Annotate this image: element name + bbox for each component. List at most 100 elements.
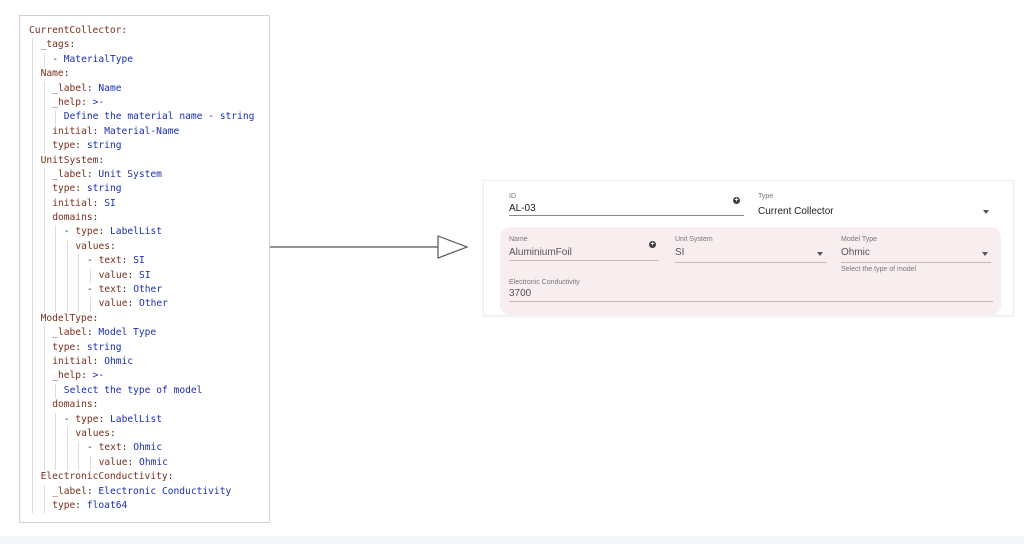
yaml-key: _label bbox=[52, 327, 87, 339]
yaml-colon: : bbox=[69, 39, 76, 51]
yaml-key: text bbox=[98, 442, 122, 454]
indent-guide bbox=[32, 38, 33, 53]
indent-guide bbox=[43, 369, 45, 384]
indent-guide bbox=[43, 268, 45, 284]
indent-guide bbox=[55, 254, 57, 269]
yaml-line: value: Ohmic bbox=[29, 455, 269, 471]
indent-guide bbox=[43, 182, 45, 197]
yaml-line: values: bbox=[29, 239, 269, 255]
name-field[interactable]: Name AluminiumFoil + bbox=[509, 236, 659, 261]
indent-guide bbox=[32, 470, 33, 485]
indent-guide bbox=[78, 283, 80, 298]
yaml-line-content: value: Other bbox=[99, 297, 168, 311]
yaml-key: initial bbox=[52, 355, 93, 367]
name-value[interactable]: AluminiumFoil bbox=[509, 247, 572, 258]
id-value[interactable]: AL-03 bbox=[509, 203, 536, 214]
indent-guide bbox=[32, 196, 33, 212]
yaml-line-content: Select the type of model bbox=[64, 384, 203, 398]
indent-guide bbox=[90, 455, 91, 471]
type-select[interactable]: Type Current Collector bbox=[758, 193, 993, 219]
yaml-key: ElectronicConductivity bbox=[40, 471, 168, 483]
indent-guide bbox=[43, 167, 45, 183]
yaml-key: type bbox=[52, 183, 76, 195]
yaml-line: _label: Electronic Conductivity bbox=[29, 484, 269, 499]
indent-guide bbox=[32, 153, 33, 168]
model-type-select[interactable]: Model Type Ohmic Select the type of mode… bbox=[841, 236, 991, 276]
indent-guide bbox=[55, 239, 57, 255]
electronic-conductivity-value[interactable]: 3700 bbox=[509, 288, 531, 299]
indent-guide bbox=[43, 124, 45, 140]
model-type-value[interactable]: Ohmic bbox=[841, 247, 870, 258]
indent-guide bbox=[90, 268, 91, 284]
chevron-down-icon[interactable] bbox=[983, 210, 989, 214]
yaml-colon: : bbox=[92, 197, 99, 209]
yaml-line: value: Other bbox=[29, 297, 269, 312]
indent-guide bbox=[43, 412, 45, 427]
yaml-colon: : bbox=[127, 298, 134, 310]
electronic-conductivity-field[interactable]: Electronic Conductivity 3700 bbox=[509, 279, 993, 303]
yaml-line-content: - text: SI bbox=[87, 254, 145, 268]
type-value[interactable]: Current Collector bbox=[758, 206, 834, 217]
yaml-value: Other bbox=[133, 284, 163, 296]
indent-guide bbox=[32, 455, 33, 471]
yaml-dash: - bbox=[63, 413, 76, 425]
yaml-line: UnitSystem: bbox=[29, 153, 269, 168]
yaml-dash: - bbox=[87, 255, 99, 267]
yaml-line-content: UnitSystem: bbox=[41, 154, 105, 168]
yaml-line: Select the type of model bbox=[29, 383, 269, 399]
indent-guide bbox=[78, 455, 80, 471]
yaml-key: value bbox=[98, 269, 128, 281]
yaml-key: type bbox=[75, 413, 99, 425]
id-underline bbox=[509, 215, 744, 216]
model-type-help-text: Select the type of model bbox=[841, 266, 917, 273]
chevron-down-icon[interactable] bbox=[982, 252, 988, 256]
yaml-key: initial bbox=[52, 125, 93, 137]
yaml-line-content: _help: >- bbox=[52, 96, 104, 110]
indent-guide bbox=[43, 498, 45, 514]
indent-guide bbox=[32, 239, 33, 255]
yaml-line-content: domains: bbox=[52, 211, 98, 225]
name-underline bbox=[509, 260, 659, 261]
yaml-colon: : bbox=[127, 456, 134, 468]
yaml-key: _tags bbox=[40, 39, 70, 51]
yaml-key: values bbox=[75, 240, 111, 252]
yaml-line: _help: >- bbox=[29, 369, 269, 384]
indent-guide bbox=[66, 239, 68, 255]
indent-guide bbox=[32, 182, 33, 197]
indent-guide bbox=[43, 95, 45, 111]
indent-guide bbox=[43, 225, 45, 240]
indent-guide bbox=[55, 455, 57, 471]
indent-guide bbox=[32, 354, 33, 370]
indent-guide bbox=[66, 297, 68, 312]
yaml-line-content: type: string bbox=[52, 139, 121, 153]
indent-guide bbox=[43, 283, 45, 298]
yaml-line-content: Name: bbox=[41, 67, 70, 81]
yaml-value: Unit System bbox=[98, 168, 162, 180]
yaml-colon: : bbox=[121, 284, 128, 296]
yaml-value: LabelList bbox=[110, 413, 163, 425]
yaml-line: - text: Ohmic bbox=[29, 441, 269, 456]
yaml-key: initial bbox=[52, 197, 93, 209]
indent-guide bbox=[32, 498, 33, 514]
yaml-line-content: type: string bbox=[52, 341, 121, 355]
yaml-key: domains bbox=[52, 399, 93, 411]
yaml-colon: : bbox=[110, 240, 116, 252]
indent-guide bbox=[32, 412, 33, 427]
indent-guide bbox=[55, 426, 57, 442]
indent-guide bbox=[43, 441, 45, 456]
unit-system-value[interactable]: SI bbox=[675, 247, 684, 258]
indent-guide bbox=[55, 441, 57, 456]
id-field[interactable]: ID AL-03 + bbox=[509, 193, 744, 217]
plus-circle-icon[interactable]: + bbox=[649, 241, 656, 248]
unit-system-select[interactable]: Unit System SI bbox=[675, 236, 826, 263]
yaml-value: float64 bbox=[86, 499, 128, 511]
indent-guide bbox=[55, 283, 57, 298]
indent-guide bbox=[66, 441, 68, 456]
yaml-value: Ohmic bbox=[104, 355, 134, 367]
chevron-down-icon[interactable] bbox=[817, 252, 823, 256]
yaml-key: type bbox=[52, 341, 76, 353]
indent-guide bbox=[78, 268, 80, 284]
yaml-colon: : bbox=[110, 427, 116, 439]
plus-circle-icon[interactable]: + bbox=[733, 197, 740, 204]
yaml-colon: : bbox=[75, 341, 82, 353]
